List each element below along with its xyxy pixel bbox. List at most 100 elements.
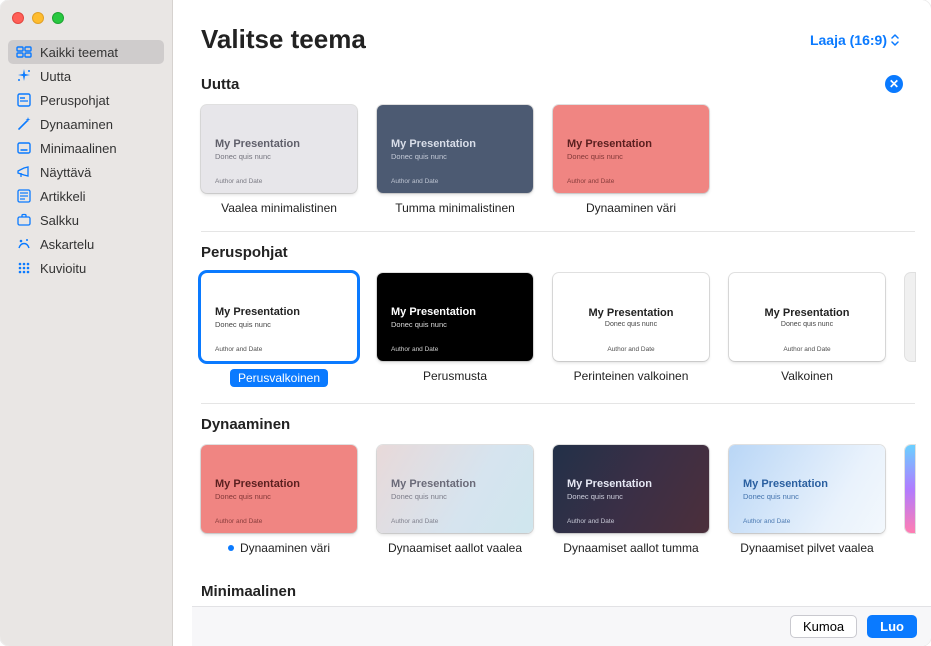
sidebar-item-label: Dynaaminen — [40, 117, 113, 132]
thumb-title: My Presentation — [391, 478, 519, 490]
thumb-subtitle: Donec quis nunc — [215, 492, 343, 501]
window-zoom-button[interactable] — [52, 12, 64, 24]
thumb-subtitle: Donec quis nunc — [391, 320, 519, 329]
create-button[interactable]: Luo — [867, 615, 917, 638]
craft-icon — [16, 236, 32, 252]
more-themes-peek[interactable] — [905, 445, 915, 533]
theme-caption: Perusvalkoinen — [201, 369, 357, 387]
theme-card[interactable]: My PresentationDonec quis nuncAuthor and… — [377, 445, 533, 555]
thumb-footer: Author and Date — [215, 346, 262, 353]
section-title: Peruspohjat — [201, 244, 288, 261]
theme-thumbnail[interactable]: My PresentationDonec quis nuncAuthor and… — [377, 445, 533, 533]
thumb-subtitle: Donec quis nunc — [605, 321, 657, 328]
theme-label: Dynaamiset aallot tumma — [563, 541, 698, 555]
theme-card[interactable]: My PresentationDonec quis nuncAuthor and… — [377, 273, 533, 387]
page-title: Valitse teema — [201, 24, 366, 55]
thumb-footer: Author and Date — [729, 346, 885, 353]
dismiss-section-button[interactable]: ✕ — [885, 75, 903, 93]
sidebar-item-kaikki-teemat[interactable]: Kaikki teemat — [8, 40, 164, 64]
thumb-subtitle: Donec quis nunc — [743, 492, 871, 501]
theme-thumbnail[interactable]: My Presentation Donec quis nunc Author and… — [201, 445, 357, 533]
theme-card[interactable]: My PresentationDonec quis nuncAuthor and… — [201, 273, 357, 387]
theme-thumbnail[interactable]: My PresentationDonec quis nuncAuthor and… — [729, 445, 885, 533]
sidebar-item-label: Salkku — [40, 213, 79, 228]
wand-icon — [16, 116, 32, 132]
sidebar-item-label: Kuvioitu — [40, 261, 86, 276]
more-themes-peek[interactable] — [905, 273, 915, 361]
section-minimaalinen: Minimaalinen — [201, 583, 915, 600]
sidebar-item-artikkeli[interactable]: Artikkeli — [8, 184, 164, 208]
theme-caption: Dynaaminen väri — [553, 201, 709, 215]
sidebar-item-salkku[interactable]: Salkku — [8, 208, 164, 232]
thumb-footer: Author and Date — [391, 346, 438, 353]
sidebar-item-label: Uutta — [40, 69, 71, 84]
theme-card[interactable]: My PresentationDonec quis nuncAuthor and… — [201, 105, 357, 215]
pattern-icon — [16, 260, 32, 276]
thumb-title: My Presentation — [391, 138, 519, 150]
theme-label: Vaalea minimalistinen — [221, 201, 337, 215]
theme-row: My Presentation Donec quis nunc Author and… — [201, 433, 915, 571]
theme-caption: Dynaaminen väri — [201, 541, 357, 555]
popup-arrows-icon — [891, 34, 899, 46]
theme-caption: Tumma minimalistinen — [377, 201, 533, 215]
sidebar-item-näyttävä[interactable]: Näyttävä — [8, 160, 164, 184]
page-icon — [16, 92, 32, 108]
theme-label: Dynaaminen väri — [240, 541, 330, 555]
theme-chooser-content[interactable]: Uutta ✕ My Presentation Donec quis nunc Auth… — [173, 63, 931, 646]
thumb-title: My Presentation — [215, 138, 343, 150]
thumb-subtitle: Donec quis nunc — [391, 492, 519, 501]
theme-caption: Perinteinen valkoinen — [553, 369, 709, 383]
theme-card[interactable]: My PresentationDonec quis nuncAuthor and… — [729, 445, 885, 555]
sidebar-item-minimaalinen[interactable]: Minimaalinen — [8, 136, 164, 160]
thumb-title: My Presentation — [215, 478, 343, 490]
minimal-icon — [16, 140, 32, 156]
sidebar-item-dynaaminen[interactable]: Dynaaminen — [8, 112, 164, 136]
theme-card[interactable]: My PresentationDonec quis nuncAuthor and… — [553, 445, 709, 555]
theme-thumbnail[interactable]: My PresentationDonec quis nuncAuthor and… — [553, 273, 709, 361]
sidebar-item-peruspohjat[interactable]: Peruspohjat — [8, 88, 164, 112]
theme-thumbnail[interactable]: My PresentationDonec quis nuncAuthor and… — [729, 273, 885, 361]
theme-card[interactable]: My PresentationDonec quis nuncAuthor and… — [553, 273, 709, 387]
sidebar-item-kuvioitu[interactable]: Kuvioitu — [8, 256, 164, 280]
cancel-button[interactable]: Kumoa — [790, 615, 857, 638]
theme-thumbnail[interactable]: My PresentationDonec quis nuncAuthor and… — [201, 273, 357, 361]
theme-card[interactable]: My PresentationDonec quis nuncAuthor and… — [377, 105, 533, 215]
window-close-button[interactable] — [12, 12, 24, 24]
thumb-title: My Presentation — [567, 478, 695, 490]
thumb-title: My Presentation — [589, 307, 674, 319]
window-minimize-button[interactable] — [32, 12, 44, 24]
thumb-subtitle: Donec quis nunc — [391, 152, 519, 161]
theme-row: My Presentation Donec quis nunc Author and… — [201, 261, 915, 404]
theme-thumbnail[interactable]: My PresentationDonec quis nuncAuthor and… — [377, 105, 533, 193]
theme-caption: Dynaamiset aallot vaalea — [377, 541, 533, 555]
theme-card[interactable]: My Presentation Donec quis nunc Author and… — [201, 445, 357, 555]
theme-thumbnail[interactable]: My PresentationDonec quis nuncAuthor and… — [553, 105, 709, 193]
theme-thumbnail[interactable]: My PresentationDonec quis nuncAuthor and… — [201, 105, 357, 193]
section-title: Minimaalinen — [201, 583, 296, 600]
briefcase-icon — [16, 212, 32, 228]
thumb-footer: Author and Date — [567, 518, 614, 525]
theme-card[interactable]: My PresentationDonec quis nuncAuthor and… — [553, 105, 709, 215]
section-title: Uutta — [201, 76, 239, 93]
thumb-footer: Author and Date — [215, 518, 262, 525]
theme-caption: Dynaamiset aallot tumma — [553, 541, 709, 555]
thumb-subtitle: Donec quis nunc — [567, 152, 695, 161]
main-panel: Valitse teema Laaja (16:9) Uutta ✕ My Pres… — [173, 0, 931, 646]
theme-label: Perinteinen valkoinen — [574, 369, 689, 383]
article-icon — [16, 188, 32, 204]
theme-card[interactable]: My PresentationDonec quis nuncAuthor and… — [729, 273, 885, 387]
sidebar-item-askartelu[interactable]: Askartelu — [8, 232, 164, 256]
thumb-subtitle: Donec quis nunc — [215, 152, 343, 161]
theme-label: Dynaaminen väri — [586, 201, 676, 215]
theme-thumbnail[interactable]: My PresentationDonec quis nuncAuthor and… — [377, 273, 533, 361]
aspect-ratio-popup[interactable]: Laaja (16:9) — [806, 30, 903, 50]
section-title: Dynaaminen — [201, 416, 290, 433]
theme-label: Perusmusta — [423, 369, 487, 383]
aspect-ratio-label: Laaja (16:9) — [810, 32, 887, 48]
theme-label: Dynaamiset pilvet vaalea — [740, 541, 873, 555]
thumb-title: My Presentation — [765, 307, 850, 319]
theme-label: Perusvalkoinen — [230, 369, 328, 387]
sidebar-item-uutta[interactable]: Uutta — [8, 64, 164, 88]
theme-thumbnail[interactable]: My PresentationDonec quis nuncAuthor and… — [553, 445, 709, 533]
theme-label: Dynaamiset aallot vaalea — [388, 541, 522, 555]
